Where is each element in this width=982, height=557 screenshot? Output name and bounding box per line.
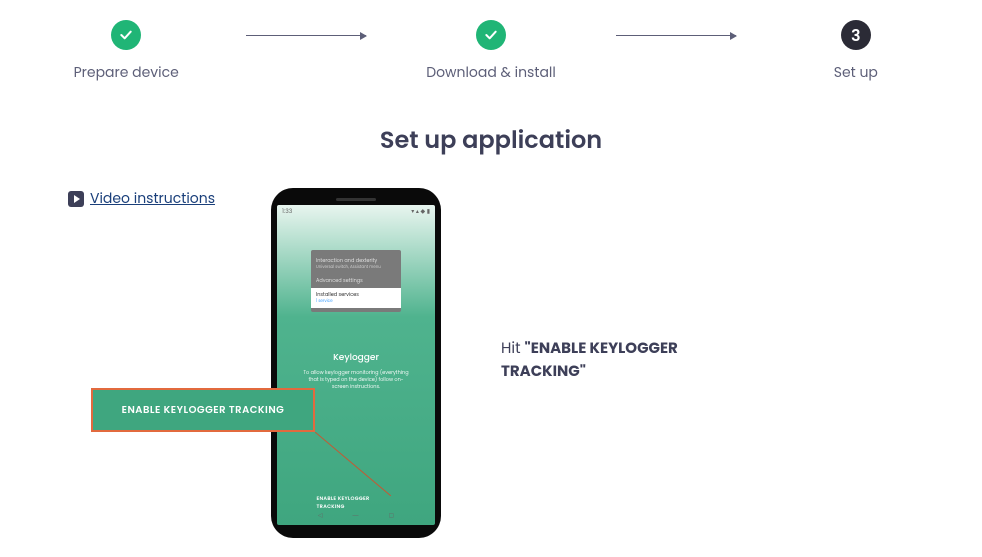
keylogger-desc: To allow keylogger monitoring (everythin… bbox=[301, 369, 411, 390]
step-prepare: Prepare device bbox=[66, 20, 186, 83]
enable-keylogger-callout[interactable]: ENABLE KEYLOGGER TRACKING bbox=[91, 388, 315, 432]
phone-screen: 1:33 ▾ ▴ ◆ ▮ Interaction and dexterity U… bbox=[277, 205, 435, 525]
arrow-icon bbox=[246, 35, 366, 36]
step-number-icon: 3 bbox=[841, 20, 871, 50]
keylogger-title: Keylogger bbox=[277, 352, 435, 365]
status-icons: ▾ ▴ ◆ ▮ bbox=[411, 208, 430, 217]
settings-row-title: Advanced settings bbox=[316, 278, 396, 285]
settings-row-sub: 1 service bbox=[316, 299, 396, 304]
phone-statusbar: 1:33 ▾ ▴ ◆ ▮ bbox=[277, 205, 435, 220]
video-instructions-link[interactable]: Video instructions bbox=[68, 188, 215, 209]
status-time: 1:33 bbox=[282, 208, 292, 217]
settings-row: Advanced settings bbox=[311, 274, 401, 289]
instruction-bold: "ENABLE KEYLOGGER TRACKING" bbox=[501, 338, 678, 382]
step-label: Prepare device bbox=[74, 62, 179, 83]
settings-row-sub: Universal switch, Assistant menu bbox=[316, 265, 396, 270]
step-download: Download & install bbox=[426, 20, 556, 83]
nav-recent-icon: ▢ bbox=[388, 512, 394, 521]
enable-tracking-small: ENABLE KEYLOGGER TRACKING bbox=[317, 495, 396, 511]
page-title: Set up application bbox=[0, 123, 982, 158]
nav-home-icon: ― bbox=[352, 512, 358, 521]
keylogger-text: Keylogger To allow keylogger monitoring … bbox=[277, 352, 435, 390]
phone-speaker bbox=[336, 198, 376, 201]
phone-navbar: ◁ ― ▢ bbox=[318, 512, 394, 521]
step-label: Set up bbox=[834, 62, 878, 83]
instruction-text: Hit "ENABLE KEYLOGGER TRACKING" bbox=[501, 338, 721, 383]
phone-frame: 1:33 ▾ ▴ ◆ ▮ Interaction and dexterity U… bbox=[271, 188, 441, 538]
phone-mockup: 1:33 ▾ ▴ ◆ ▮ Interaction and dexterity U… bbox=[271, 188, 441, 538]
step-label: Download & install bbox=[426, 62, 556, 83]
step-setup: 3 Set up bbox=[796, 20, 916, 83]
video-link-text: Video instructions bbox=[90, 188, 215, 209]
settings-row-highlight: Installed services 1 service bbox=[311, 288, 401, 308]
settings-row: Interaction and dexterity Universal swit… bbox=[311, 254, 401, 274]
nav-back-icon: ◁ bbox=[318, 512, 323, 521]
settings-panel: Interaction and dexterity Universal swit… bbox=[311, 250, 401, 312]
main-content: Video instructions 1:33 ▾ ▴ ◆ ▮ Interact… bbox=[0, 188, 982, 538]
play-icon bbox=[68, 191, 84, 207]
instruction-prefix: Hit bbox=[501, 338, 525, 359]
stepper: Prepare device Download & install 3 Set … bbox=[0, 0, 982, 83]
check-icon bbox=[476, 20, 506, 50]
check-icon bbox=[111, 20, 141, 50]
arrow-icon bbox=[616, 35, 736, 36]
